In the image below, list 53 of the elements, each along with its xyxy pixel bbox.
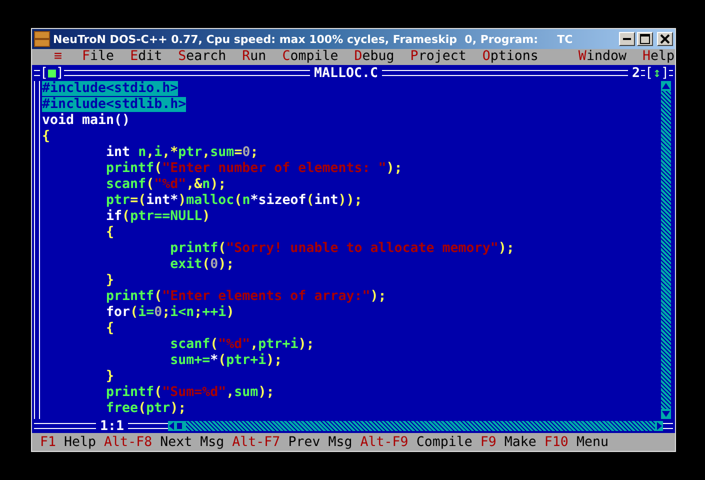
shortcut-hint[interactable]: Alt-F8 Next Msg	[104, 434, 224, 450]
code-line: if(ptr==NULL)	[106, 209, 210, 224]
code-line: {	[106, 225, 114, 240]
menu-item[interactable]: Search	[170, 49, 234, 65]
menu-item[interactable]: Project	[402, 49, 474, 65]
up-arrow-icon[interactable]	[661, 81, 671, 91]
dosbox-icon	[34, 31, 50, 47]
code-line: }	[106, 273, 114, 288]
code-line: printf("Enter number of elements: ");	[106, 161, 402, 176]
code-line: scanf("%d",ptr+i);	[170, 337, 314, 352]
minimize-icon	[623, 38, 631, 40]
file-name: MALLOC.C	[312, 66, 380, 80]
window-number: 2	[630, 66, 641, 80]
shortcut-hint[interactable]: F10 Menu	[544, 434, 608, 450]
code-line: scanf("%d",&n);	[106, 177, 226, 192]
close-icon	[660, 34, 670, 44]
menu-item[interactable]: Window	[570, 49, 634, 65]
code-line: ptr=(int*)malloc(n*sizeof(int));	[106, 193, 362, 208]
menu-item[interactable]: Debug	[346, 49, 402, 65]
maximize-button[interactable]	[637, 32, 653, 46]
code-line: free(ptr);	[106, 401, 186, 416]
menu-item[interactable]: Edit	[122, 49, 170, 65]
code-line: sum+=*(ptr+i);	[170, 353, 282, 368]
menu-item[interactable]: Run	[234, 49, 274, 65]
code-line: int n,i,*ptr,sum=0;	[106, 145, 258, 160]
close-button[interactable]	[657, 32, 673, 46]
menu-item[interactable]: Help	[634, 49, 683, 65]
menu-item[interactable]: Options	[474, 49, 546, 65]
right-arrow-icon[interactable]	[655, 421, 663, 431]
horizontal-scrollbar[interactable]	[168, 421, 663, 431]
shortcut-hint[interactable]: Alt-F7 Prev Msg	[232, 434, 352, 450]
close-box[interactable]: [■]	[40, 66, 64, 80]
code-line: printf("Sum=%d",sum);	[106, 385, 274, 400]
vertical-scrollbar[interactable]	[661, 81, 671, 419]
menu-item[interactable]: Compile	[274, 49, 346, 65]
menu-item[interactable]: File	[74, 49, 122, 65]
shortcut-hint[interactable]: F1 Help	[40, 434, 96, 450]
code-line: {	[42, 129, 50, 144]
code-line: }	[106, 369, 114, 384]
maximize-icon	[640, 34, 650, 44]
code-line: printf("Sorry! unable to allocate memory");	[170, 241, 514, 256]
cursor-position: 1:1	[99, 418, 126, 434]
code-line: exit(0);	[170, 257, 234, 272]
window-title: NeuTroN DOS-C++ 0.77, Cpu speed: max 100% cycles, Frameskip 0, Program: TC	[53, 32, 574, 46]
code-line: printf("Enter elements of array:");	[106, 289, 386, 304]
code-line: void main()	[42, 113, 130, 128]
code-line: {	[106, 321, 114, 336]
code-line: for(i=0;i<n;++i)	[106, 305, 234, 320]
minimize-button[interactable]	[619, 32, 635, 46]
zoom-box[interactable]: [↕]	[644, 66, 669, 80]
shortcut-hint[interactable]: Alt-F9 Compile	[360, 434, 472, 450]
shortcut-hint[interactable]: F9 Make	[480, 434, 536, 450]
down-arrow-icon[interactable]	[661, 409, 671, 419]
